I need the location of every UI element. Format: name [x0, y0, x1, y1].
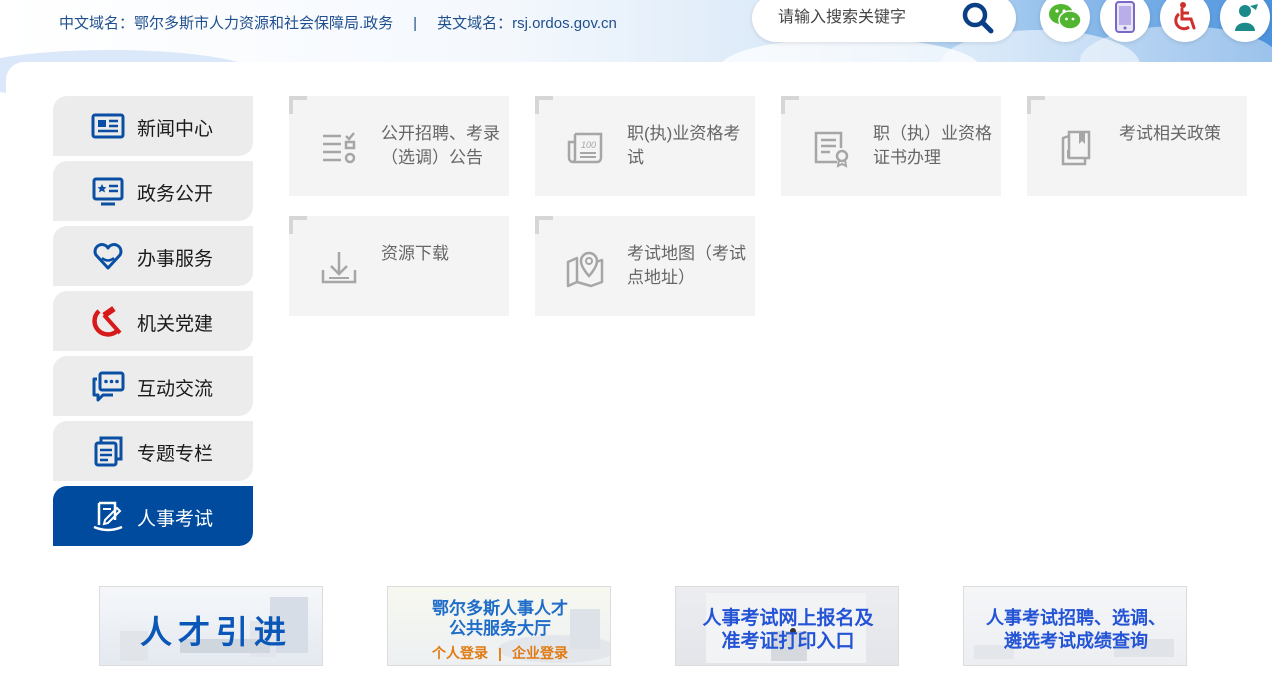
card-exam-map[interactable]: 考试地图（考试点地址）: [535, 216, 755, 316]
sidebar-item-label: 人事考试: [137, 509, 214, 530]
card-label: 职（执）业资格证书办理: [873, 124, 992, 167]
service-heart-icon: [93, 243, 123, 270]
gov-open-icon: [92, 177, 124, 206]
download-icon: [321, 252, 357, 284]
card-corner: [535, 216, 553, 234]
banner-login-links: 个人登录 | 企业登录: [388, 643, 610, 663]
chat-icon: [92, 371, 125, 402]
banner-talent-service-hall[interactable]: 鄂尔多斯人事人才 公共服务大厅 个人登录 | 企业登录: [387, 586, 611, 666]
sidebar-item-label: 办事服务: [137, 249, 214, 270]
card-label: 考试地图（考试点地址）: [627, 244, 746, 287]
sidebar-item-label: 机关党建: [137, 314, 214, 335]
wechat-icon: [1049, 4, 1082, 30]
party-emblem-icon: [92, 306, 122, 337]
sidebar-item-service[interactable]: 办事服务: [53, 226, 253, 286]
enterprise-login-link[interactable]: 企业登录: [512, 645, 568, 661]
map-icon: [566, 251, 604, 288]
card-certificate[interactable]: 职（执）业资格证书办理: [781, 96, 1001, 196]
card-recruitment-notice[interactable]: 公开招聘、考录（选调）公告: [289, 96, 509, 196]
sidebar-item-interaction[interactable]: 互动交流: [53, 356, 253, 416]
certificate-icon: [814, 131, 849, 168]
banner-title-line1: 人事考试招聘、选调、: [986, 608, 1166, 628]
sidebar-item-topics[interactable]: 专题专栏: [53, 421, 253, 481]
banner-title-line1: 鄂尔多斯人事人才: [432, 599, 568, 618]
card-resource-download[interactable]: 资源下载: [289, 216, 509, 316]
banner-exam-score-query[interactable]: 人事考试招聘、选调、 遴选考试成绩查询: [963, 586, 1187, 666]
news-icon: [91, 113, 125, 139]
banner-title-line1: 人事考试网上报名及: [702, 608, 874, 629]
domain-info: 中文域名：鄂尔多斯市人力资源和社会保障局.政务 | 英文域名：rsj.ordos.g…: [59, 12, 617, 33]
card-corner: [289, 216, 307, 234]
newspaper-icon: 100: [567, 132, 603, 164]
banner-title-line2: 遴选考试成绩查询: [1004, 631, 1148, 651]
cn-domain-text: 中文域名：鄂尔多斯市人力资源和社会保障局.政务: [59, 15, 394, 32]
login-separator: |: [498, 645, 502, 661]
policy-book-icon: [1061, 130, 1091, 166]
domain-separator: |: [413, 15, 418, 32]
banner-talent-introduction[interactable]: 人才引进: [99, 586, 323, 666]
exam-icon: [93, 501, 123, 532]
card-corner: [781, 96, 799, 114]
elderly-care-icon: [1235, 4, 1258, 31]
banner-title-line2: 公共服务大厅: [449, 619, 551, 638]
sidebar-item-party[interactable]: 机关党建: [53, 291, 253, 351]
en-domain-text: 英文域名：rsj.ordos.gov.cn: [437, 15, 617, 32]
sidebar-item-label: 专题专栏: [137, 444, 214, 465]
topic-icon: [94, 436, 123, 467]
sidebar-item-gov-open[interactable]: 政务公开: [53, 161, 253, 221]
search-icon: [962, 2, 994, 34]
card-label: 职(执)业资格考试: [627, 124, 741, 167]
svg-text:100: 100: [581, 140, 596, 150]
banner-exam-registration[interactable]: 人事考试网上报名及 准考证打印入口: [675, 586, 899, 666]
sidebar-item-news[interactable]: 新闻中心: [53, 96, 253, 156]
card-exam-policy[interactable]: 考试相关政策: [1027, 96, 1247, 196]
card-corner: [289, 96, 307, 114]
card-label: 资源下载: [381, 244, 449, 263]
personal-login-link[interactable]: 个人登录: [432, 645, 488, 661]
sidebar-item-exam[interactable]: 人事考试: [53, 486, 253, 546]
list-check-icon: [323, 132, 356, 164]
card-qualification-exam[interactable]: 100 职(执)业资格考试: [535, 96, 755, 196]
search-button[interactable]: [960, 0, 996, 36]
card-label: 公开招聘、考录（选调）公告: [381, 124, 500, 167]
sidebar-item-label: 互动交流: [137, 379, 214, 400]
card-corner: [1027, 96, 1045, 114]
mobile-icon: [1115, 1, 1135, 33]
search-input[interactable]: [776, 4, 960, 32]
banner-title: 人才引进: [140, 614, 293, 650]
sidebar-item-label: 政务公开: [137, 184, 214, 205]
sidebar-item-label: 新闻中心: [137, 119, 214, 140]
banner-title-line2: 准考证打印入口: [721, 631, 855, 652]
accessibility-icon: [1174, 2, 1196, 31]
card-label: 考试相关政策: [1119, 124, 1221, 143]
search-box: [752, 0, 1016, 42]
card-corner: [535, 96, 553, 114]
